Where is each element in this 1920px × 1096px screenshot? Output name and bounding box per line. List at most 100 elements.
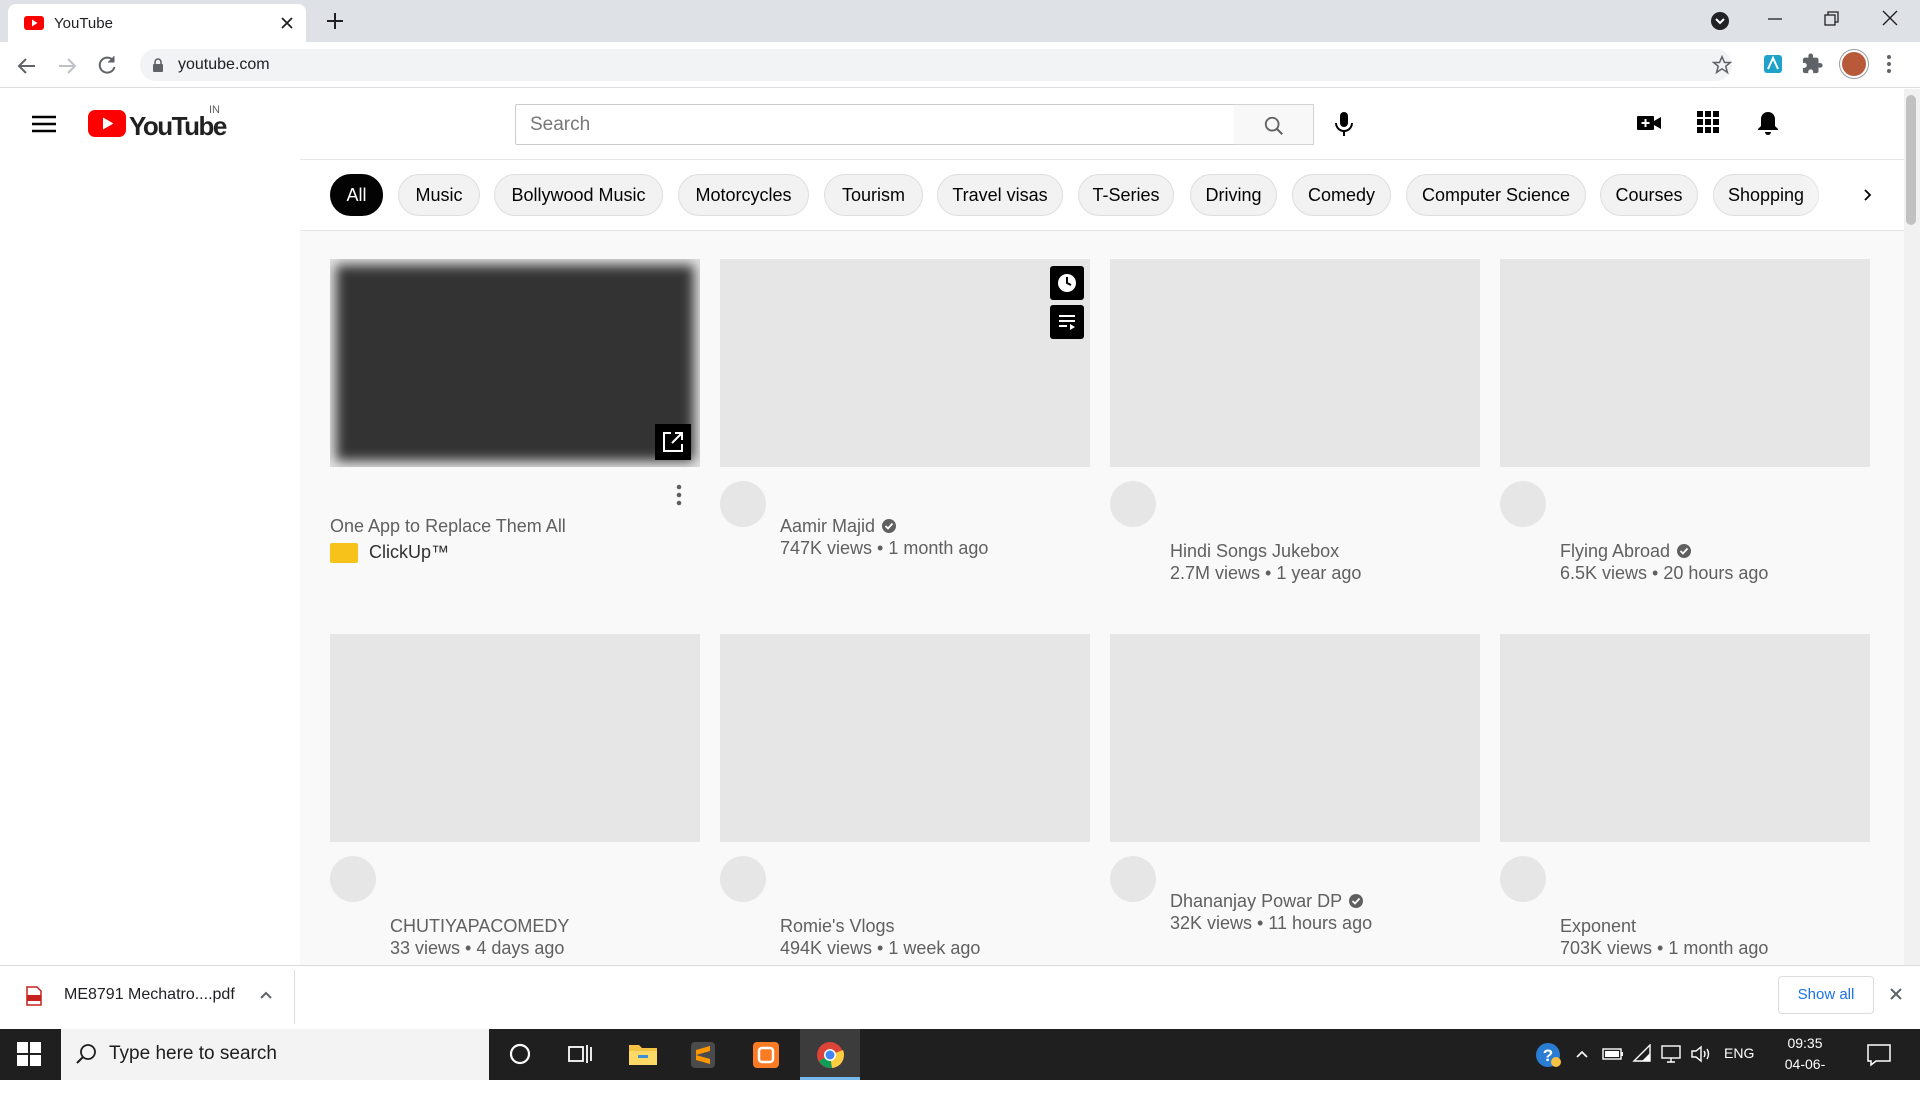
search-button[interactable] xyxy=(1234,104,1314,145)
tab-title: YouTube xyxy=(54,15,113,32)
video-meta: 494K views • 1 week ago xyxy=(780,938,981,958)
chip-comedy[interactable]: Comedy xyxy=(1292,174,1391,216)
chip-all[interactable]: All xyxy=(330,174,383,216)
browser-menu-icon[interactable] xyxy=(1886,54,1892,74)
task-view-icon[interactable] xyxy=(567,1041,593,1067)
new-tab-icon[interactable] xyxy=(324,10,346,32)
tab-search-icon[interactable] xyxy=(1710,11,1730,31)
show-hidden-icons-chevron-icon[interactable] xyxy=(1574,1046,1590,1062)
chrome-taskbar-button[interactable] xyxy=(800,1029,860,1080)
forward-arrow-icon[interactable] xyxy=(56,55,78,77)
wifi-icon[interactable] xyxy=(1632,1044,1652,1062)
video-thumbnail[interactable] xyxy=(1500,259,1870,467)
chip-bollywood-music[interactable]: Bollywood Music xyxy=(494,174,663,216)
ad-title[interactable]: One App to Replace Them All xyxy=(330,516,566,537)
download-shelf xyxy=(0,965,1920,1029)
verified-badge-icon xyxy=(1677,544,1692,558)
chip-driving[interactable]: Driving xyxy=(1190,174,1277,216)
channel-avatar[interactable] xyxy=(720,856,766,902)
chip-music[interactable]: Music xyxy=(398,174,480,216)
video-thumbnail[interactable] xyxy=(330,634,700,842)
show-all-downloads-button[interactable]: Show all xyxy=(1778,976,1874,1014)
microphone-icon[interactable] xyxy=(1333,110,1355,138)
ad-open-link-button[interactable] xyxy=(655,424,691,460)
queue-icon xyxy=(1059,315,1075,330)
ad-more-options-icon[interactable] xyxy=(676,484,682,506)
ad-thumbnail[interactable] xyxy=(330,259,700,467)
close-shelf-icon[interactable] xyxy=(1888,986,1904,1002)
channel-avatar[interactable] xyxy=(1500,481,1546,527)
reload-icon[interactable] xyxy=(96,54,118,76)
battery-icon[interactable] xyxy=(1602,1046,1624,1062)
add-to-queue-button[interactable] xyxy=(1050,305,1084,339)
youtube-logo[interactable]: YouTube IN xyxy=(88,104,227,141)
video-thumbnail[interactable] xyxy=(720,634,1090,842)
lock-icon[interactable] xyxy=(152,58,164,72)
chip-courses[interactable]: Courses xyxy=(1600,174,1698,216)
channel-name[interactable]: Aamir Majid xyxy=(780,516,897,537)
chip-travel-visas[interactable]: Travel visas xyxy=(937,174,1063,216)
profile-avatar[interactable] xyxy=(1840,50,1868,78)
action-center-icon[interactable] xyxy=(1866,1042,1892,1068)
scrollbar-thumb[interactable] xyxy=(1906,95,1916,225)
search-input[interactable] xyxy=(516,105,1234,144)
taskbar-search-placeholder: Type here to search xyxy=(109,1043,277,1064)
extensions-puzzle-icon[interactable] xyxy=(1802,53,1824,75)
video-thumbnail[interactable] xyxy=(720,259,1090,467)
chip-computer-science[interactable]: Computer Science xyxy=(1406,174,1586,216)
divider xyxy=(294,970,295,1024)
channel-name[interactable]: CHUTIYAPACOMEDY xyxy=(390,916,569,937)
clock-icon xyxy=(1058,274,1076,292)
chip-tourism[interactable]: Tourism xyxy=(824,174,923,216)
xampp-icon[interactable] xyxy=(752,1041,780,1069)
video-thumbnail[interactable] xyxy=(1500,634,1870,842)
create-video-icon[interactable] xyxy=(1636,110,1662,136)
close-tab-icon[interactable] xyxy=(280,16,294,30)
guide-menu-icon[interactable] xyxy=(30,112,58,136)
taskbar-search-box[interactable]: Type here to search xyxy=(61,1029,489,1080)
windows-start-icon[interactable] xyxy=(16,1041,42,1067)
cortana-icon[interactable] xyxy=(507,1041,533,1067)
chevron-up-icon[interactable] xyxy=(258,988,274,1002)
video-thumbnail[interactable] xyxy=(1110,634,1480,842)
channel-name[interactable]: Romie's Vlogs xyxy=(780,916,894,937)
channel-name[interactable]: Flying Abroad xyxy=(1560,541,1692,562)
back-arrow-icon[interactable] xyxy=(16,55,38,77)
download-file-name[interactable]: ME8791 Mechatro....pdf xyxy=(64,986,235,1004)
channel-avatar[interactable] xyxy=(1500,856,1546,902)
minimize-icon[interactable] xyxy=(1766,10,1784,28)
chip-next-button[interactable] xyxy=(1848,175,1888,215)
search-box[interactable] xyxy=(515,104,1235,145)
window-close-icon[interactable] xyxy=(1880,8,1900,28)
channel-name[interactable]: Dhananjay Powar DP xyxy=(1170,891,1364,912)
bookmark-star-icon[interactable] xyxy=(1712,55,1732,75)
watch-later-button[interactable] xyxy=(1050,266,1084,300)
chip-t-series[interactable]: T-Series xyxy=(1078,174,1174,216)
extension-icon[interactable] xyxy=(1762,53,1784,75)
channel-name[interactable]: Exponent xyxy=(1560,916,1636,937)
channel-avatar[interactable] xyxy=(1110,481,1156,527)
channel-avatar[interactable] xyxy=(1110,856,1156,902)
advertiser-name[interactable]: ClickUp™ xyxy=(369,542,449,563)
channel-avatar[interactable] xyxy=(720,481,766,527)
notifications-bell-icon[interactable] xyxy=(1756,110,1780,136)
channel-name[interactable]: Hindi Songs Jukebox xyxy=(1170,541,1339,562)
input-language[interactable]: ENG xyxy=(1724,1045,1754,1061)
taskbar-clock[interactable]: 09:35 04-06-2021 xyxy=(1770,1033,1840,1096)
channel-avatar[interactable] xyxy=(330,856,376,902)
restore-icon[interactable] xyxy=(1822,10,1840,28)
video-meta: 33 views • 4 days ago xyxy=(390,938,565,958)
url-text: youtube.com xyxy=(178,56,270,73)
network-icon[interactable] xyxy=(1660,1044,1682,1064)
sublime-text-icon[interactable] xyxy=(690,1041,716,1069)
volume-icon[interactable] xyxy=(1690,1044,1712,1064)
country-code: IN xyxy=(209,104,220,116)
file-explorer-icon[interactable] xyxy=(628,1041,658,1067)
video-thumbnail[interactable] xyxy=(1110,259,1480,467)
browser-tab[interactable]: YouTube xyxy=(8,4,306,42)
address-bar[interactable]: youtube.com xyxy=(140,49,1732,81)
chip-motorcycles[interactable]: Motorcycles xyxy=(678,174,809,216)
help-icon[interactable]: ? xyxy=(1534,1041,1562,1069)
apps-grid-icon[interactable] xyxy=(1696,110,1720,134)
chrome-icon xyxy=(815,1040,845,1070)
